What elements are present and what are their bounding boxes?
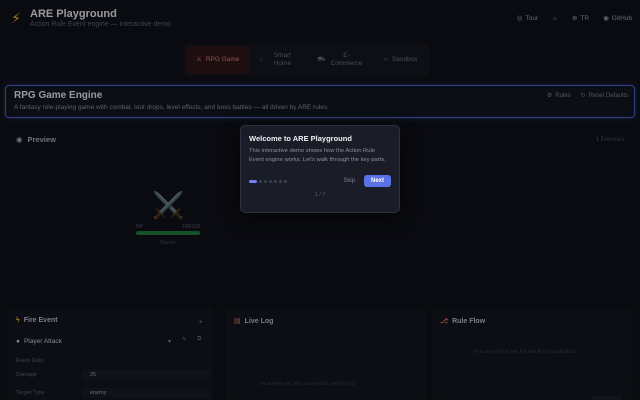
target-type-label: Target Type (16, 390, 45, 396)
rule-flow-empty: Fire an event to see the rule flow visua… (474, 349, 577, 355)
engine-card: RPG Game Engine A fantasy role-playing g… (5, 85, 635, 118)
tour-button[interactable]: ◎ Tour (516, 14, 538, 23)
event-select[interactable]: ● Player Attack ▾ (16, 334, 171, 348)
live-log-panel: ▤ Live Log No events yet. Fire an event … (226, 308, 426, 400)
hp-label: HP (136, 224, 143, 230)
rules-icon: ⚙ (546, 93, 553, 99)
step-dot (269, 179, 272, 183)
add-event-button[interactable]: + (198, 317, 203, 326)
skip-button[interactable]: Skip (343, 178, 355, 184)
step-dot (274, 179, 277, 183)
app-subtitle: Action Rule Event engine — interactive d… (30, 21, 171, 28)
terminal-icon: ▤ (234, 318, 241, 325)
language-button[interactable]: ⊕ TR (571, 14, 589, 23)
brand: ARE Playground Action Rule Event engine … (30, 8, 171, 28)
crossed-swords-icon: ⚔️ (152, 190, 185, 220)
rule-flow-control[interactable] (592, 396, 622, 400)
reset-defaults-button[interactable]: ↻ Reset Defaults (580, 92, 628, 100)
lightning-icon: ⚡ (11, 9, 21, 26)
edit-icon[interactable]: ✎ (182, 336, 187, 343)
rule-flow-panel: ⎇ Rule Flow Fire an event to see the rul… (432, 308, 632, 400)
event-tools: ✎ ⧉ (182, 336, 201, 343)
modal-body: This interactive demo shows how the Acti… (249, 148, 386, 163)
engine-actions: ⚙ Rules ↻ Reset Defaults (546, 92, 628, 100)
hp-row: HP 100/100 (136, 224, 200, 230)
flow-icon: ⎇ (440, 318, 449, 325)
live-log-header: ▤ Live Log (234, 317, 274, 326)
sword-icon: ⚔ (196, 56, 202, 63)
app-title: ARE Playground (30, 8, 117, 20)
hp-bar (136, 231, 200, 235)
app-header: ⚡ ARE Playground Action Rule Event engin… (0, 0, 640, 36)
engine-description: A fantasy role-playing game with combat,… (14, 104, 329, 111)
cart-icon: ⛟ (317, 56, 326, 63)
bolt-icon: ϟ (16, 317, 20, 324)
sun-icon: ☼ (552, 14, 558, 22)
modal-footer: Skip Next (249, 175, 391, 187)
eye-icon: ◉ (16, 135, 23, 144)
enemy-count: 1 Enemies (595, 137, 624, 143)
hp-value: 100/100 (181, 224, 200, 230)
damage-input[interactable]: 25 (82, 370, 210, 380)
character-label: Warrior (159, 240, 177, 246)
home-icon: ⌂ (259, 56, 264, 63)
tab-e-commerce[interactable]: ⛟ E-Commerce (307, 46, 373, 74)
tour-modal: Welcome to ARE Playground This interacti… (240, 125, 400, 213)
step-counter: 1 / 7 (314, 192, 326, 198)
tab-smart-home[interactable]: ⌂ Smart Home (249, 46, 307, 74)
step-dots (249, 179, 287, 183)
rule-flow-header: ⎇ Rule Flow (440, 317, 486, 326)
step-dot (279, 179, 282, 183)
engine-title: RPG Game Engine (14, 90, 103, 101)
scenario-tabs: ⚔ RPG Game ⌂ Smart Home ⛟ E-Commerce ‹› … (184, 44, 430, 76)
reset-icon: ↻ (580, 93, 586, 99)
chevron-down-icon: ▾ (167, 338, 171, 345)
event-data-label: Event Data (16, 358, 44, 364)
fire-event-header: ϟ Fire Event (16, 317, 58, 324)
fire-event-panel: ϟ Fire Event + ● Player Attack ▾ ✎ ⧉ Eve… (8, 308, 213, 400)
modal-title: Welcome to ARE Playground (249, 134, 352, 143)
step-dot (284, 179, 287, 183)
preview-header: ◉ Preview (16, 135, 56, 144)
step-dot (259, 179, 262, 183)
tab-rpg-game[interactable]: ⚔ RPG Game (186, 46, 250, 74)
next-button[interactable]: Next (363, 175, 391, 187)
header-actions: ◎ Tour ☼ ⊕ TR ◉ GitHub (516, 14, 632, 23)
event-icon: ● (16, 337, 20, 345)
step-dot (249, 179, 257, 183)
code-icon: ‹› (383, 56, 388, 63)
hp-bar-fill (136, 231, 200, 235)
github-button[interactable]: ◉ GitHub (603, 14, 632, 23)
compass-icon: ◎ (516, 15, 523, 22)
step-dot (264, 179, 267, 183)
github-icon: ◉ (603, 15, 609, 22)
copy-icon[interactable]: ⧉ (197, 336, 201, 343)
globe-icon: ⊕ (571, 15, 578, 22)
theme-toggle-button[interactable]: ☼ (552, 15, 558, 22)
live-log-empty: No events yet. Fire an event to see the … (260, 381, 356, 387)
rules-button[interactable]: ⚙ Rules (546, 92, 571, 100)
damage-label: Damage (16, 372, 37, 378)
tab-sandbox[interactable]: ‹› Sandbox (373, 46, 427, 74)
target-type-input[interactable]: enemy (82, 388, 210, 398)
